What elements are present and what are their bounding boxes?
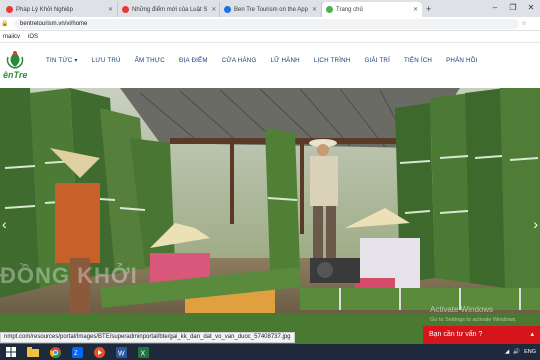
close-tab-icon[interactable]: ✕ xyxy=(409,6,418,13)
hero-overlay-text: ĐỒNG KHỞI xyxy=(0,263,138,288)
nav-luu-tru[interactable]: LƯU TRÚ xyxy=(92,57,121,64)
site-logo-text: ênTre xyxy=(3,70,28,80)
chevron-up-icon: ▴ xyxy=(530,331,534,338)
tab-label: Những điểm mới của Luật S xyxy=(132,6,208,13)
url-input[interactable]: bentretourism.vn/vi/home xyxy=(14,18,519,29)
tab-luat[interactable]: Những điểm mới của Luật S ✕ xyxy=(118,2,220,17)
volume-icon[interactable]: 🔊 xyxy=(513,349,520,355)
system-tray: ◢ 🔊 ENG xyxy=(501,344,536,360)
hero-next-arrow-icon[interactable]: › xyxy=(533,216,538,232)
nav-lu-hanh[interactable]: LỮ HÀNH xyxy=(270,57,299,64)
tab-favicon-icon xyxy=(122,6,129,13)
status-bar-url: nmpt.com/resources/portal/Images/BTE/sup… xyxy=(0,332,295,343)
window-controls: – ❐ ✕ xyxy=(486,0,540,15)
close-tab-icon[interactable]: ✕ xyxy=(207,6,216,13)
lock-icon[interactable]: 🔒 xyxy=(0,20,10,27)
watermark-subtitle: Go to Settings to activate Windows. xyxy=(430,317,517,323)
chat-support-button[interactable]: Bạn cần tư vấn ? ▴ xyxy=(423,326,540,344)
chat-support-label: Bạn cần tư vấn ? xyxy=(429,331,483,338)
nav-dia-diem[interactable]: ĐỊA ĐIỂM xyxy=(179,57,208,64)
nav-tin-tuc[interactable]: TIN TỨC ▾ xyxy=(46,57,78,64)
maximize-icon[interactable]: ❐ xyxy=(504,0,522,15)
tab-label: Pháp Lý Khởi Nghiệp xyxy=(16,6,73,13)
tab-phap-ly[interactable]: Pháp Lý Khởi Nghiệp ✕ xyxy=(2,2,118,17)
word-icon[interactable]: W xyxy=(113,346,129,358)
activate-windows-watermark: Activate Windows Go to Settings to activ… xyxy=(430,305,517,325)
language-indicator[interactable]: ENG xyxy=(524,349,536,355)
nav-tien-ich[interactable]: TIỆN ÍCH xyxy=(404,57,432,64)
address-bar: 🔒 bentretourism.vn/vi/home ☆ xyxy=(0,17,540,31)
star-icon[interactable]: ☆ xyxy=(519,20,529,27)
minimize-icon[interactable]: – xyxy=(486,0,504,15)
tab-trang-chu[interactable]: Trang chủ ✕ xyxy=(322,2,422,17)
tab-favicon-icon xyxy=(6,6,13,13)
network-icon[interactable]: ◢ xyxy=(505,349,509,355)
nav-lich-trinh[interactable]: LỊCH TRÌNH xyxy=(314,57,351,64)
windows-taskbar: Z W X ◢ 🔊 ENG xyxy=(0,344,540,360)
tab-label: Trang chủ xyxy=(336,6,363,13)
watermark-title: Activate Windows xyxy=(430,305,494,314)
tab-favicon-icon xyxy=(326,6,333,13)
bookmarks-bar: maiicv iOS xyxy=(0,31,540,43)
excel-icon[interactable]: X xyxy=(135,346,151,358)
zalo-icon[interactable]: Z xyxy=(69,346,85,358)
nav-am-thuc[interactable]: ẨM THỰC xyxy=(135,57,165,64)
bookmark-item[interactable]: iOS xyxy=(28,34,38,40)
media-player-icon[interactable] xyxy=(91,346,107,358)
nav-giai-tri[interactable]: GIẢI TRÍ xyxy=(364,57,390,64)
nav-phan-hoi[interactable]: PHẢN HỒI xyxy=(446,57,478,64)
tab-label: Ben Tre Tourism on the App xyxy=(234,6,308,13)
main-nav: TIN TỨC ▾ LƯU TRÚ ẨM THỰC ĐỊA ĐIỂM CỬA H… xyxy=(46,57,492,64)
tab-favicon-icon xyxy=(224,6,231,13)
bookmark-item[interactable]: maiicv xyxy=(3,34,20,40)
new-tab-icon[interactable]: + xyxy=(426,2,431,17)
hero-prev-arrow-icon[interactable]: ‹ xyxy=(2,216,7,232)
svg-text:X: X xyxy=(140,350,145,357)
svg-text:Z: Z xyxy=(74,351,78,357)
close-tab-icon[interactable]: ✕ xyxy=(104,6,113,13)
close-tab-icon[interactable]: ✕ xyxy=(308,6,317,13)
site-header: ênTre TIN TỨC ▾ LƯU TRÚ ẨM THỰC ĐỊA ĐIỂM… xyxy=(0,43,540,88)
chrome-icon[interactable] xyxy=(47,346,63,358)
svg-text:W: W xyxy=(118,350,125,357)
tab-ben-tre-tourism[interactable]: Ben Tre Tourism on the App ✕ xyxy=(220,2,322,17)
browser-tab-bar: Pháp Lý Khởi Nghiệp ✕ Những điểm mới của… xyxy=(0,0,540,17)
windows-start-icon[interactable] xyxy=(3,346,19,358)
file-explorer-icon[interactable] xyxy=(25,346,41,358)
close-window-icon[interactable]: ✕ xyxy=(522,0,540,15)
nav-cua-hang[interactable]: CỬA HÀNG xyxy=(222,57,257,64)
